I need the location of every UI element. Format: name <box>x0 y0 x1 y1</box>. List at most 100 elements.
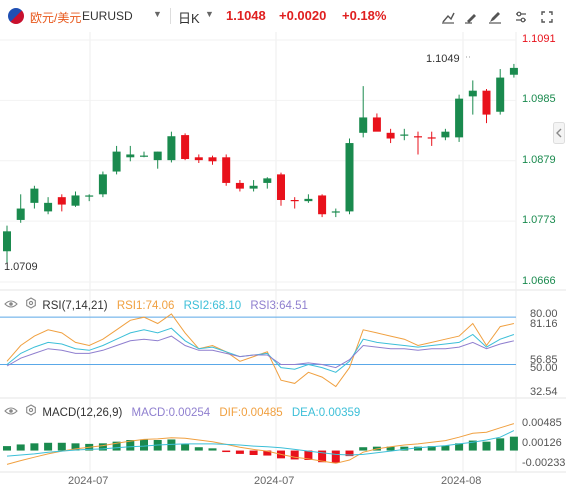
date-tick-label: 2024-07 <box>68 475 109 487</box>
candle <box>304 194 313 203</box>
candle <box>98 171 107 198</box>
rsi-layer <box>6 313 515 388</box>
rsi2-legend: RSI2:68.10 <box>183 300 242 312</box>
price-tick-label: 1.0879 <box>522 153 556 166</box>
rsi-series-line <box>6 313 515 388</box>
rsi-header: RSI(7,14,21) RSI1:74.06 RSI2:68.10 RSI3:… <box>4 297 308 312</box>
candle <box>318 194 327 218</box>
candle <box>57 194 66 212</box>
candles-layer <box>3 56 518 263</box>
candle <box>441 128 450 141</box>
price-tick-label: 1.0773 <box>522 214 556 227</box>
candle <box>30 185 39 209</box>
candle <box>359 86 368 138</box>
high-annotation: 1.1049 <box>426 53 460 65</box>
rsi1-legend-value: 74.06 <box>145 300 175 312</box>
rsi3-legend-name: RSI3 <box>250 300 276 312</box>
macd-series-line <box>6 430 515 457</box>
rsi1-legend-name: RSI1 <box>116 300 143 312</box>
chart-canvas[interactable] <box>0 0 566 493</box>
rsi2-legend-value: 68.10 <box>212 300 242 312</box>
macd-legend: MACD:0.00254 <box>131 407 211 419</box>
macd-bar <box>30 443 39 451</box>
candle <box>44 197 53 215</box>
indicator-settings-icon[interactable] <box>25 404 40 419</box>
candle <box>400 128 409 141</box>
candle <box>427 131 436 146</box>
macd-tick-label: -0.00233 <box>522 456 566 469</box>
macd-title: MACD(12,26,9) <box>42 407 123 419</box>
macd-bar <box>290 450 299 460</box>
macd-bar <box>181 443 190 451</box>
macd-bar <box>482 441 491 451</box>
rsi1-legend: RSI1:74.06 <box>116 300 175 312</box>
dea-legend-value: 0.00359 <box>318 407 361 419</box>
candle <box>71 191 80 207</box>
price-tick-label: 1.0666 <box>522 275 556 287</box>
macd-bar <box>16 444 25 451</box>
macd-bar <box>249 450 258 455</box>
candle <box>331 208 340 218</box>
price-tick-label: 1.0985 <box>522 93 556 106</box>
macd-bar <box>222 450 231 453</box>
rsi2-legend-name: RSI2 <box>183 300 210 312</box>
expand-panel-icon[interactable] <box>553 122 565 144</box>
rsi3-legend-value: 64.51 <box>279 300 308 312</box>
hide-indicator-icon[interactable] <box>4 300 21 312</box>
candle <box>16 194 25 223</box>
candle <box>222 154 231 186</box>
candle <box>194 154 203 163</box>
candle <box>263 177 272 189</box>
macd-bar <box>194 447 203 451</box>
macd-bar <box>57 442 66 451</box>
dea-legend: DEA:0.00359 <box>291 407 361 419</box>
candle <box>112 145 121 175</box>
candle <box>181 133 190 161</box>
candle <box>235 180 244 192</box>
macd-bar <box>3 446 11 451</box>
macd-layer <box>3 423 518 465</box>
rsi-tick-label: 32.54 <box>530 386 558 398</box>
macd-bar <box>496 438 505 451</box>
macd-bar <box>235 450 244 454</box>
candle <box>482 88 491 124</box>
candle <box>208 155 217 165</box>
macd-tick-label: 0.00485 <box>522 416 562 429</box>
macd-bar <box>208 448 217 451</box>
candle <box>496 69 505 115</box>
rsi-tick-label: 50.00 <box>530 362 558 374</box>
candle <box>509 63 518 78</box>
macd-bar <box>509 436 518 451</box>
dif-legend-name: DIF <box>219 407 238 419</box>
date-tick-label: 2024-07 <box>254 475 295 487</box>
hide-indicator-icon[interactable] <box>4 407 21 419</box>
macd-bar <box>359 447 368 451</box>
dea-legend-name: DEA <box>291 407 316 419</box>
macd-bar <box>44 442 53 451</box>
macd-header: MACD(12,26,9) MACD:0.00254 DIF:0.00485 D… <box>4 404 360 419</box>
candle <box>455 94 464 142</box>
candle <box>468 80 477 115</box>
macd-tick-label: 0.00126 <box>522 436 562 449</box>
candle <box>85 194 94 202</box>
rsi3-legend: RSI3:64.51 <box>250 300 308 312</box>
candle <box>386 128 395 144</box>
candle <box>372 113 381 132</box>
dif-legend: DIF:0.00485 <box>219 407 283 419</box>
candle <box>3 225 11 263</box>
macd-legend-name: MACD <box>131 407 166 419</box>
macd-bar <box>331 450 340 463</box>
candle <box>167 131 176 163</box>
candle <box>277 172 285 206</box>
candle <box>249 180 258 192</box>
macd-bar <box>140 439 148 451</box>
candle <box>140 151 148 158</box>
candle <box>290 197 299 209</box>
low-annotation: 1.0709 <box>4 261 38 273</box>
rsi-series-line <box>6 327 515 373</box>
date-tick-label: 2024-08 <box>441 475 482 487</box>
candle <box>153 151 162 169</box>
macd-series-line <box>6 423 515 465</box>
candle <box>414 131 422 155</box>
indicator-settings-icon[interactable] <box>25 297 40 312</box>
